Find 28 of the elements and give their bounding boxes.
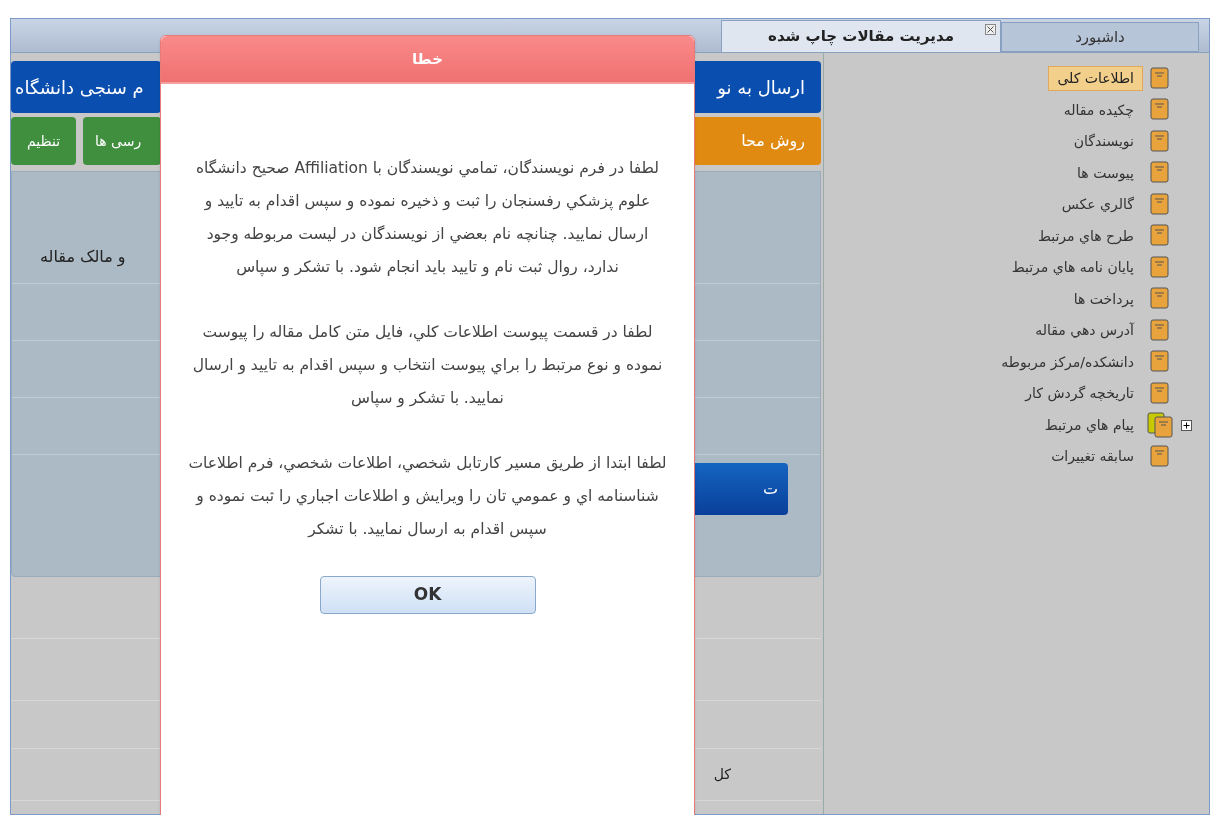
tree-item[interactable]: اطلاعات کلی <box>1048 66 1143 92</box>
expand-icon[interactable] <box>1180 419 1192 431</box>
tree-item[interactable]: تاريخچه گردش كار <box>1016 381 1143 407</box>
tab[interactable]: مديريت مقالات چاپ شده <box>721 20 1001 52</box>
dialog-message: لطفا در قسمت پيوست اطلاعات كلي، فايل متن كامل مقاله را پيوست نموده و نوع مرتبط را براي پيوست انتخاب و سپس اقدام به تاييد و ارسال نماييد. با تشكر و سپاس <box>191 322 664 410</box>
tree-item[interactable]: سابقه تغييرات <box>1042 444 1143 470</box>
books-icon <box>1147 412 1173 439</box>
row-label: کل <box>713 765 731 784</box>
tab[interactable]: داشبورد <box>1001 22 1199 52</box>
tree-item[interactable]: دانشكده/مركز مربوطه <box>992 349 1143 375</box>
dialog-message: لطفا در فرم نويسندگان، تمامي نويسندگان با Affiliation صحيح دانشگاه علوم پزشكي رفسنجان را ثبت و ذخيره نموده و سپس اقدام به تاييد و ارسال نماييد. چنانچه نام بعضي از نويسندگان در ليست مربوطه وجود ندارد، روال ثبت نام و تاييد بايد انجام شود. با تشكر و سپاس <box>194 158 661 279</box>
tree-item[interactable]: گالري عكس <box>1052 192 1143 218</box>
tree-item[interactable]: پيوست ها <box>1068 160 1143 186</box>
tree-item[interactable]: پيام هاي مرتبط <box>1035 412 1143 438</box>
tree-item[interactable]: پرداخت ها <box>1064 286 1143 312</box>
dialog-message: لطفا ابتدا از طريق مسير كارتابل شخصي، اطلاعات شخصي، فرم اطلاعات شناسنامه اي و عمومي تان را ويرايش و اطلاعات اجباري را ثبت نموده و سپس اقدام به ارسال نماييد. با تشكر <box>187 453 668 541</box>
tree-item[interactable]: نويسندگان <box>1064 129 1143 155</box>
dialog-title: خطا <box>411 48 444 70</box>
toolbar-button[interactable]: رسی ها <box>83 117 161 165</box>
field-label: و مالک مقاله <box>40 246 126 269</box>
close-icon[interactable] <box>985 24 996 35</box>
tree-item[interactable]: پايان نامه هاي مرتبط <box>1002 255 1143 281</box>
tree-item[interactable]: آدرس دهي مقاله <box>1026 318 1143 344</box>
toolbar-button[interactable]: م سنجی دانشگاه <box>11 61 161 113</box>
tree-item[interactable]: طرح هاي مرتبط <box>1028 223 1143 249</box>
tree-item[interactable]: چكيده مقاله <box>1054 97 1143 123</box>
toolbar-button[interactable]: تنظیم <box>11 117 76 165</box>
ok-button[interactable]: OK <box>319 576 536 614</box>
